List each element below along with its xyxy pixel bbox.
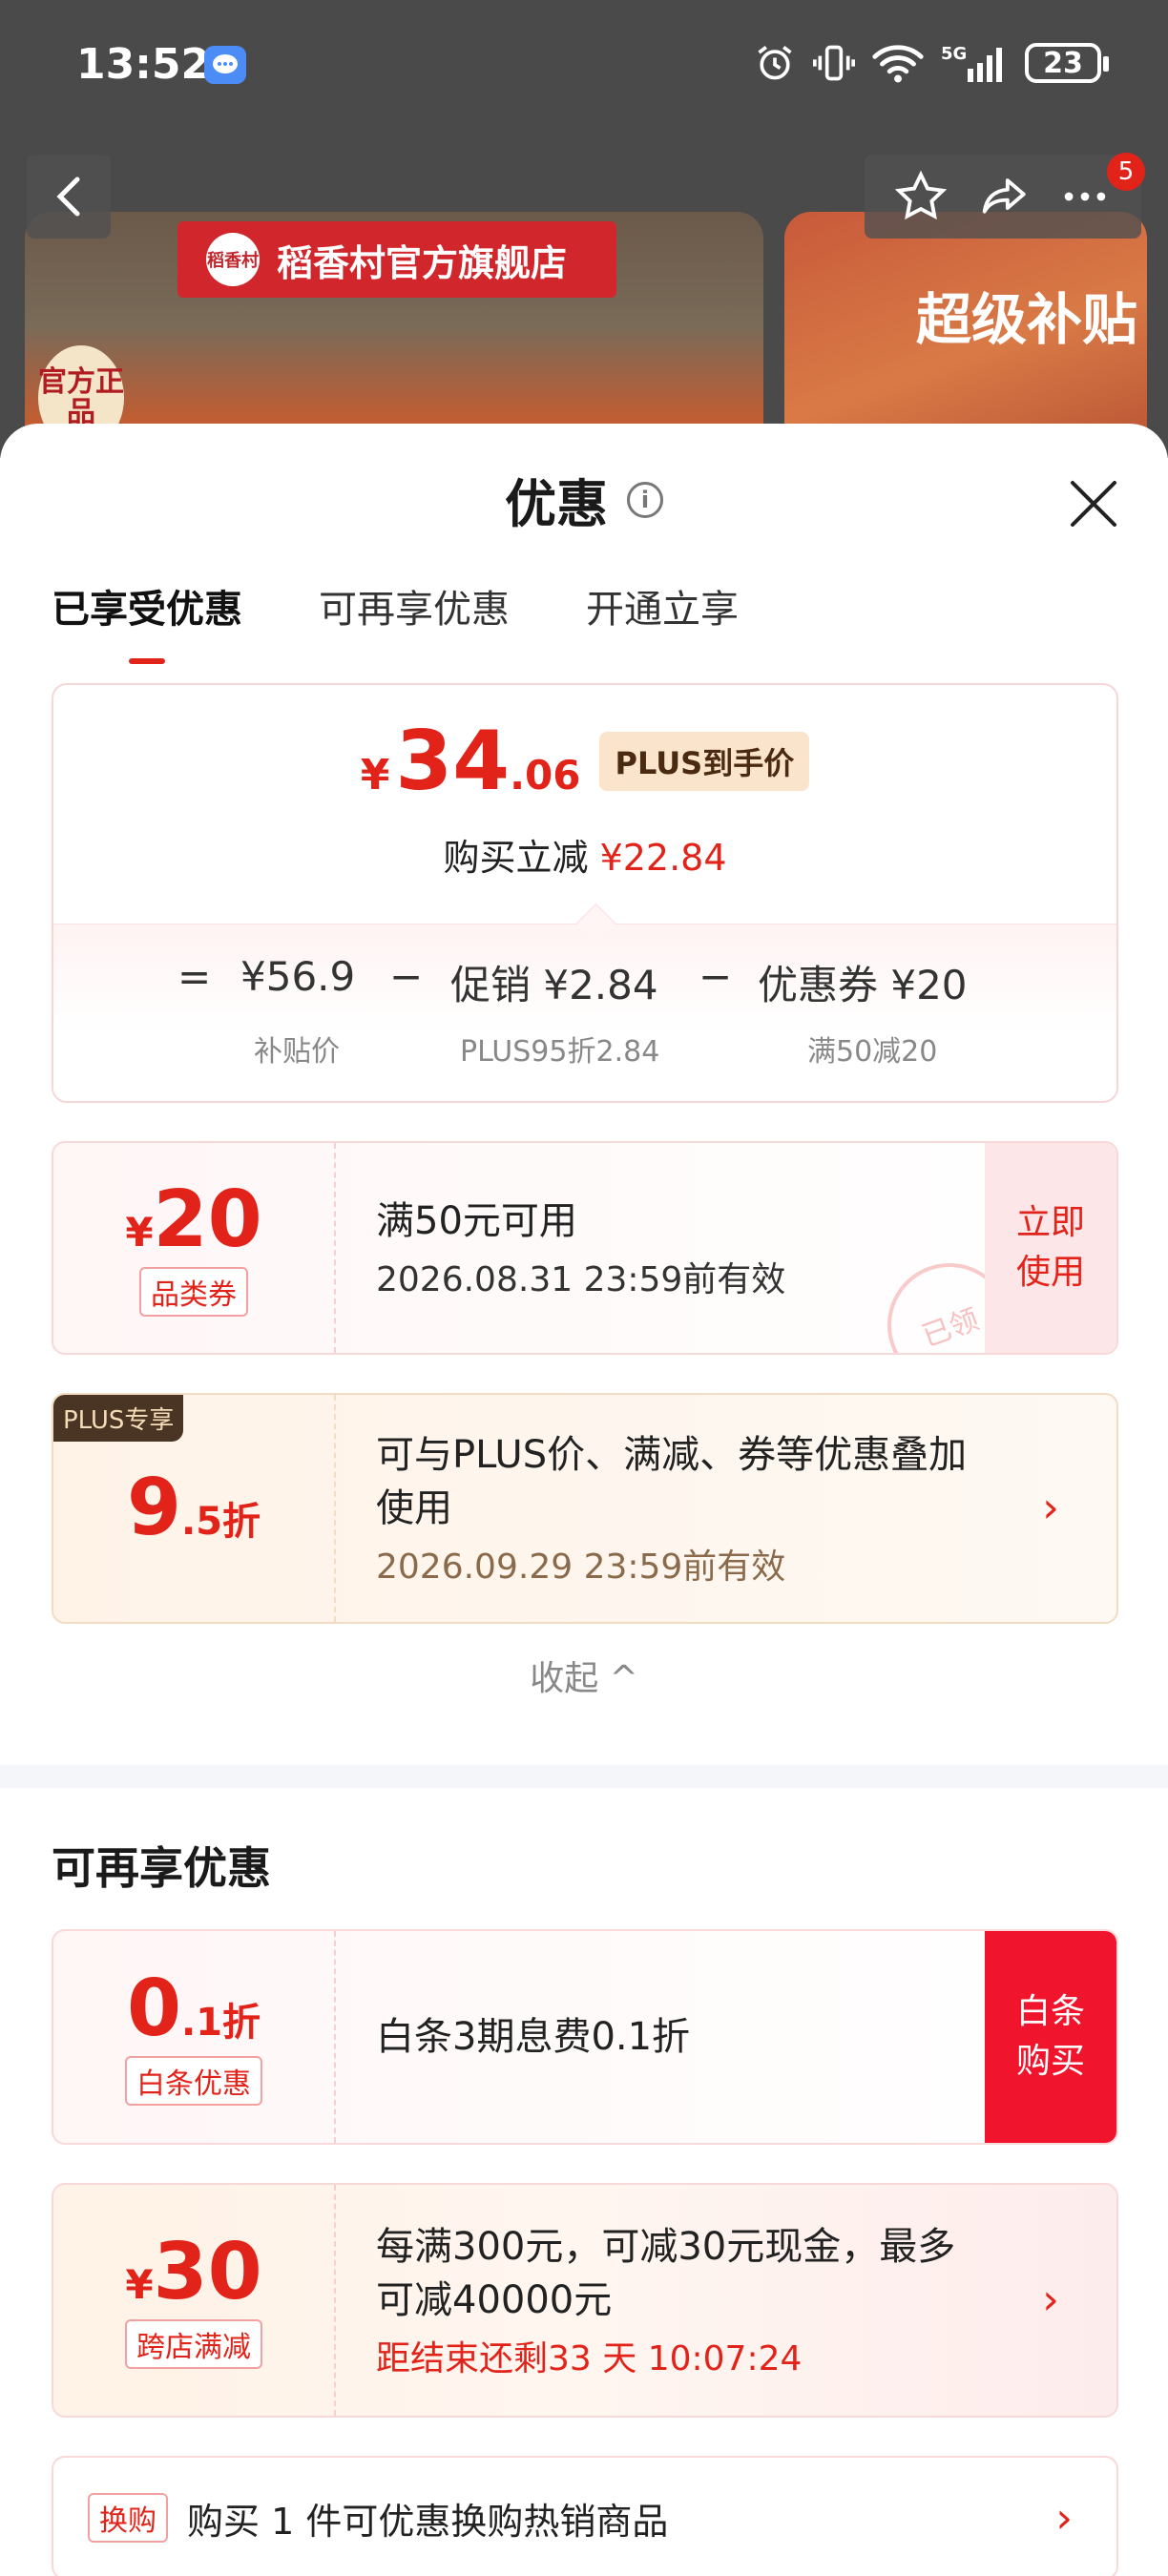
coupon-type-label: 品类券 (139, 1267, 248, 1317)
close-icon[interactable] (1067, 477, 1120, 530)
baitiao-buy-button[interactable]: 白条购买 (985, 1931, 1116, 2143)
tab-more-discounts[interactable]: 可再享优惠 (319, 578, 510, 634)
plus-discount-suffix: .5折 (181, 1500, 261, 1544)
coupon-card-cross-store[interactable]: ¥ 30 跨店满减 每满300元，可减30元现金，最多可减40000元 距结束还… (52, 2183, 1118, 2418)
signal-icon: 5G (941, 44, 1002, 82)
baitiao-amount: 0 .1折 (127, 1968, 261, 2050)
chevron-right-icon: › (1042, 1484, 1059, 1532)
more-icon[interactable] (1057, 169, 1113, 224)
exchange-tag: 换购 (88, 2493, 168, 2543)
cross-store-type-label: 跨店满减 (125, 2319, 262, 2369)
collapse-button[interactable]: 收起 ^ (0, 1651, 1168, 1700)
chevron-right-icon: › (1055, 2493, 1073, 2543)
store-banner: 稻香村 稻香村官方旗舰店 (177, 221, 616, 298)
section-title-more: 可再享优惠 (52, 1842, 271, 1894)
plus-discount-amount: 9 .5折 (127, 1467, 261, 1549)
alarm-icon (758, 46, 792, 80)
cross-store-value: ¥ 30 跨店满减 (53, 2185, 336, 2416)
price-currency: ¥ (360, 751, 390, 800)
exchange-row[interactable]: 换购 购买 1 件可优惠换购热销商品 › (52, 2456, 1118, 2576)
chevron-right-icon: › (1042, 2275, 1059, 2324)
price-decimal: .06 (510, 752, 581, 799)
battery-icon: 23 (1025, 43, 1109, 83)
formula-base: ¥56.9 (240, 953, 356, 1000)
star-icon[interactable] (893, 169, 949, 224)
cross-store-description: 每满300元，可减30元现金，最多可减40000元 (376, 2225, 956, 2322)
coupon-card-baitiao: 0 .1折 白条优惠 白条3期息费0.1折 白条购买 (52, 1929, 1118, 2145)
label-base: 补贴价 (254, 1035, 340, 1069)
product-image-secondary[interactable]: 超级补贴 (784, 212, 1147, 458)
baitiao-value: 0 .1折 白条优惠 (53, 1931, 336, 2143)
plus-description: 可与PLUS价、满减、券等优惠叠加使用 (376, 1433, 968, 1530)
wifi-icon (872, 45, 924, 83)
store-name: 稻香村官方旗舰店 (277, 241, 568, 284)
coupon-expiry: 2026.08.31 23:59前有效 (376, 1260, 786, 1299)
formula-equals: = (177, 953, 212, 1000)
plus-discount-value: 9 .5折 (53, 1395, 336, 1622)
coupon-amount: ¥ 20 (125, 1179, 261, 1261)
reduce-line: 购买立减 ¥22.84 (53, 828, 1116, 881)
plus-expiry: 2026.09.29 23:59前有效 (376, 1548, 786, 1587)
price-top: ¥ 34 .06 PLUS到手价 购买立减 ¥22.84 (53, 685, 1116, 924)
formula-coupon: 优惠券 ¥20 (758, 962, 968, 1008)
baitiao-type-label: 白条优惠 (125, 2056, 262, 2106)
label-promo: PLUS95折2.84 (460, 1035, 660, 1069)
cross-store-currency: ¥ (125, 2261, 154, 2308)
notification-badge: 5 (1107, 153, 1145, 191)
price-summary: ¥ 34 .06 PLUS到手价 购买立减 ¥22.84 = ¥56.9 − 促… (52, 683, 1118, 1103)
coupon-card-category: ¥ 20 品类券 满50元可用 2026.08.31 23:59前有效 已领 立… (52, 1141, 1118, 1355)
status-icons: 5G 23 (754, 42, 1109, 84)
plus-details: 可与PLUS价、满减、券等优惠叠加使用 2026.09.29 23:59前有效 (376, 1395, 983, 1622)
baitiao-details: 白条3期息费0.1折 (376, 1931, 983, 2143)
tab-bar: 已享受优惠 可再享优惠 开通立享 (52, 578, 739, 634)
sheet-title: 优惠 (505, 474, 608, 534)
formula-minus-1: − (389, 953, 424, 1000)
final-price: ¥ 34 .06 PLUS到手价 (53, 714, 1116, 809)
reduce-label: 购买立减 (443, 837, 589, 879)
vibrate-icon (813, 45, 855, 81)
coupon-currency: ¥ (125, 1209, 154, 1256)
price-integer: 34 (395, 714, 511, 809)
chevron-left-icon (56, 177, 80, 217)
status-time: 13:52 (76, 40, 211, 89)
use-now-button[interactable]: 立即使用 (985, 1143, 1116, 1353)
discount-sheet: 优惠 i 已享受优惠 可再享优惠 开通立享 ¥ 34 .06 PLUS到手价 购… (0, 424, 1168, 2576)
coupon-value: ¥ 20 品类券 (53, 1143, 336, 1353)
tab-enjoyed[interactable]: 已享受优惠 (52, 578, 242, 634)
info-icon[interactable]: i (627, 481, 663, 518)
product-image[interactable]: 稻香村 稻香村官方旗舰店 官方正品 (25, 212, 763, 458)
baitiao-amount-int: 0 (126, 1963, 182, 2054)
coupon-amount-value: 20 (153, 1174, 262, 1265)
cross-store-countdown: 距结束还剩33 天 10:07:24 (376, 2339, 803, 2379)
cross-store-amount-value: 30 (153, 2227, 262, 2317)
sheet-header: 优惠 i (0, 462, 1168, 537)
reduce-value: ¥22.84 (599, 837, 727, 879)
coupon-condition: 满50元可用 (376, 1199, 577, 1243)
tab-activate[interactable]: 开通立享 (586, 578, 739, 634)
back-button[interactable] (27, 155, 111, 239)
formula-promo: 促销 ¥2.84 (450, 962, 658, 1008)
exchange-text: 购买 1 件可优惠换购热销商品 (187, 2500, 669, 2543)
baitiao-description: 白条3期息费0.1折 (376, 2015, 691, 2059)
plus-discount-int: 9 (126, 1463, 182, 1553)
store-logo: 稻香村 (206, 233, 260, 286)
price-breakdown: = ¥56.9 − 促销 ¥2.84 − 优惠券 ¥20 补贴价 PLUS95折… (53, 924, 1116, 1101)
svg-text:5G: 5G (941, 44, 967, 64)
section-divider (0, 1765, 1168, 1788)
cross-store-amount: ¥ 30 (125, 2232, 261, 2314)
baitiao-amount-suffix: .1折 (181, 2001, 261, 2045)
coupon-card-plus[interactable]: PLUS专享 9 .5折 可与PLUS价、满减、券等优惠叠加使用 2026.09… (52, 1393, 1118, 1624)
formula-minus-2: − (699, 953, 733, 1000)
share-icon[interactable] (975, 169, 1031, 224)
promo-text: 超级补贴 (915, 287, 1137, 352)
status-bar: 13:52 5G 23 (0, 0, 1168, 134)
plus-price-tag: PLUS到手价 (599, 732, 810, 791)
label-coupon: 满50减20 (807, 1035, 938, 1069)
toolbar (865, 155, 1141, 239)
cross-store-details: 每满300元，可减30元现金，最多可减40000元 距结束还剩33 天 10:0… (376, 2185, 983, 2416)
message-icon (204, 46, 246, 84)
